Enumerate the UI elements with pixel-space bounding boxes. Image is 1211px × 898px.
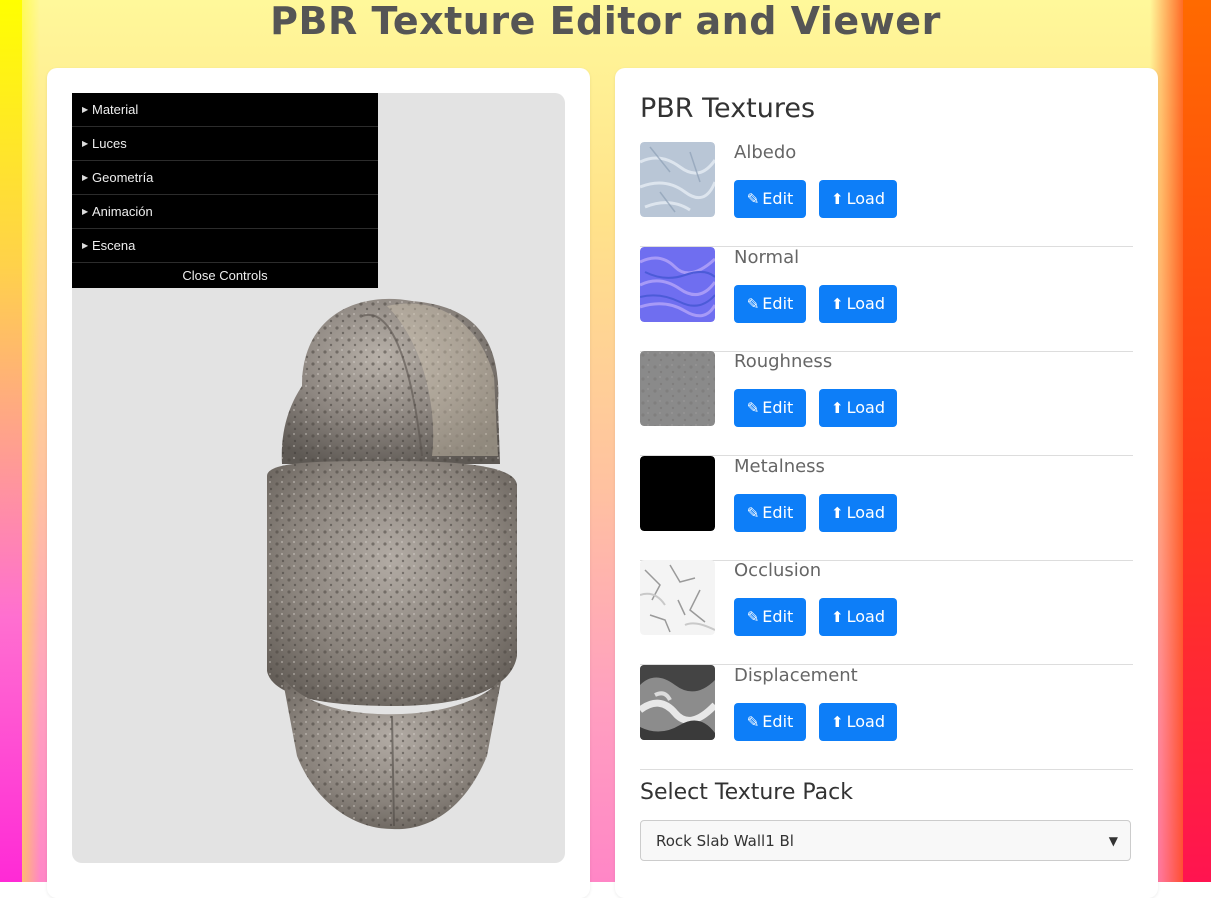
load-label: Load <box>846 712 885 731</box>
edit-icon: ✎ <box>746 504 760 522</box>
texture-row-normal: Normal ✎ Edit ⬆ Load <box>640 247 1133 352</box>
load-label: Load <box>846 503 885 522</box>
edit-normal-button[interactable]: ✎ Edit <box>734 285 806 323</box>
load-metalness-button[interactable]: ⬆ Load <box>819 494 897 532</box>
folder-geometria[interactable]: ▶ Geometría <box>72 161 378 195</box>
metalness-thumbnail <box>640 456 715 531</box>
edit-icon: ✎ <box>746 713 760 731</box>
triangle-right-icon: ▶ <box>82 173 89 182</box>
edit-label: Edit <box>762 607 794 626</box>
close-controls-button[interactable]: Close Controls <box>72 263 378 288</box>
upload-icon: ⬆ <box>831 504 844 522</box>
load-label: Load <box>846 189 885 208</box>
folder-label: Luces <box>92 136 127 151</box>
folder-material[interactable]: ▶ Material <box>72 93 378 127</box>
texture-row-occlusion: Occlusion ✎ Edit ⬆ Load <box>640 560 1133 665</box>
edit-occlusion-button[interactable]: ✎ Edit <box>734 598 806 636</box>
texture-row-albedo: Albedo ✎ Edit ⬆ Load <box>640 142 1133 247</box>
page-title: PBR Texture Editor and Viewer <box>270 0 941 43</box>
folder-escena[interactable]: ▶ Escena <box>72 229 378 263</box>
upload-icon: ⬆ <box>831 399 844 417</box>
texture-row-displacement: Displacement ✎ Edit ⬆ Load <box>640 665 1133 770</box>
triangle-right-icon: ▶ <box>82 241 89 250</box>
edit-icon: ✎ <box>746 295 760 313</box>
load-label: Load <box>846 294 885 313</box>
edit-icon: ✎ <box>746 399 760 417</box>
upload-icon: ⬆ <box>831 608 844 626</box>
texture-row-roughness: Roughness ✎ Edit ⬆ Load <box>640 351 1133 456</box>
upload-icon: ⬆ <box>831 713 844 731</box>
displacement-thumbnail <box>640 665 715 740</box>
albedo-thumbnail <box>640 142 715 217</box>
load-normal-button[interactable]: ⬆ Load <box>819 285 897 323</box>
load-displacement-button[interactable]: ⬆ Load <box>819 703 897 741</box>
rock-model[interactable] <box>262 276 522 831</box>
triangle-right-icon: ▶ <box>82 105 89 114</box>
folder-label: Material <box>92 102 139 117</box>
folder-label: Geometría <box>92 170 154 185</box>
triangle-right-icon: ▶ <box>82 207 89 216</box>
triangle-right-icon: ▶ <box>82 139 89 148</box>
roughness-thumbnail <box>640 351 715 426</box>
occlusion-thumbnail <box>640 560 715 635</box>
texture-name: Occlusion <box>734 560 822 581</box>
load-label: Load <box>846 607 885 626</box>
controls-panel: ▶ Material ▶ Luces ▶ Geometría ▶ Animaci… <box>72 93 378 288</box>
edit-label: Edit <box>762 294 794 313</box>
edit-albedo-button[interactable]: ✎ Edit <box>734 180 806 218</box>
texture-pack-select[interactable]: Rock Slab Wall1 Bl ▼ <box>640 820 1131 861</box>
folder-animacion[interactable]: ▶ Animación <box>72 195 378 229</box>
texture-pack-heading: Select Texture Pack <box>640 780 853 805</box>
load-label: Load <box>846 398 885 417</box>
normal-thumbnail <box>640 247 715 322</box>
edit-displacement-button[interactable]: ✎ Edit <box>734 703 806 741</box>
texture-row-metalness: Metalness ✎ Edit ⬆ Load <box>640 456 1133 561</box>
folder-label: Animación <box>92 204 153 219</box>
texture-name: Albedo <box>734 142 797 163</box>
left-gradient-border <box>0 0 22 882</box>
texture-name: Displacement <box>734 665 858 686</box>
edit-label: Edit <box>762 398 794 417</box>
edit-metalness-button[interactable]: ✎ Edit <box>734 494 806 532</box>
texture-name: Metalness <box>734 456 825 477</box>
upload-icon: ⬆ <box>831 295 844 313</box>
upload-icon: ⬆ <box>831 190 844 208</box>
textures-heading: PBR Textures <box>640 93 816 124</box>
selected-pack: Rock Slab Wall1 Bl <box>656 832 794 850</box>
edit-label: Edit <box>762 189 794 208</box>
folder-label: Escena <box>92 238 136 253</box>
load-roughness-button[interactable]: ⬆ Load <box>819 389 897 427</box>
chevron-down-icon: ▼ <box>1108 834 1118 848</box>
texture-name: Roughness <box>734 351 833 372</box>
right-gradient-border <box>1183 0 1211 882</box>
edit-label: Edit <box>762 503 794 522</box>
folder-luces[interactable]: ▶ Luces <box>72 127 378 161</box>
edit-roughness-button[interactable]: ✎ Edit <box>734 389 806 427</box>
load-albedo-button[interactable]: ⬆ Load <box>819 180 897 218</box>
edit-label: Edit <box>762 712 794 731</box>
edit-icon: ✎ <box>746 190 760 208</box>
texture-name: Normal <box>734 247 800 268</box>
edit-icon: ✎ <box>746 608 760 626</box>
load-occlusion-button[interactable]: ⬆ Load <box>819 598 897 636</box>
